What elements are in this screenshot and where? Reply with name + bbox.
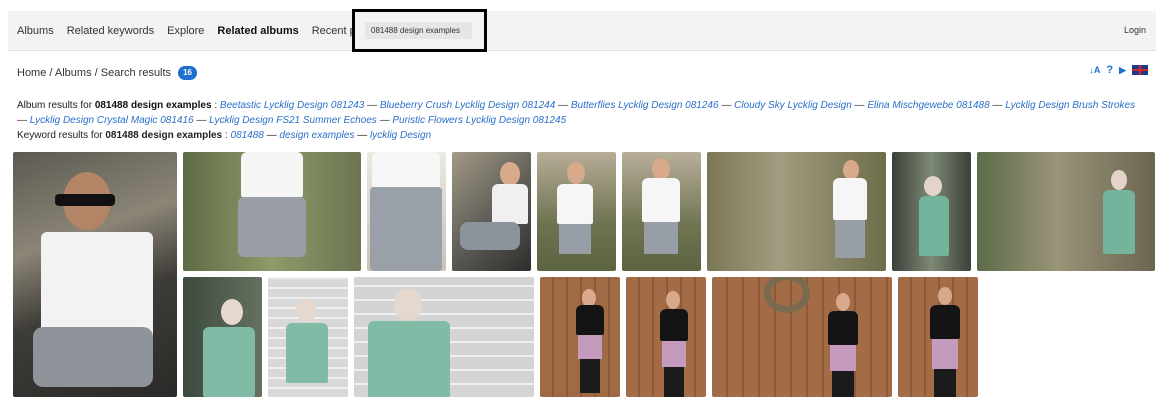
photo-thumbnail[interactable] — [898, 277, 978, 397]
link-separator: — — [17, 115, 30, 126]
link-separator: — — [193, 115, 210, 126]
nav-albums[interactable]: Albums — [17, 25, 54, 37]
link-separator: — — [851, 100, 868, 111]
link-separator: — — [718, 100, 735, 111]
toolbar-icons: ↓A ? ▶ — [1089, 64, 1148, 76]
sort-icon[interactable]: ↓A — [1089, 65, 1100, 75]
keyword-links: 081488 — design examples — lycklig Desig… — [230, 130, 431, 141]
photo-thumbnail[interactable] — [977, 152, 1155, 271]
breadcrumb: Home / Albums / Search results 16 — [17, 66, 197, 80]
keyword-results-query: 081488 design examples — [105, 130, 223, 141]
photo-thumbnail[interactable] — [183, 152, 361, 271]
album-link[interactable]: Butterflies Lycklig Design 081246 — [571, 100, 719, 111]
keyword-link[interactable]: 081488 — [230, 130, 263, 141]
result-count-badge: 16 — [178, 66, 197, 80]
photo-thumbnail[interactable] — [707, 152, 886, 271]
keyword-link[interactable]: lycklig Design — [370, 130, 431, 141]
photo-thumbnail[interactable] — [268, 277, 348, 397]
photo-thumbnail[interactable] — [622, 152, 701, 271]
search-highlight-box — [352, 9, 487, 52]
play-slideshow-icon[interactable]: ▶ — [1119, 65, 1126, 76]
keyword-results-label: Keyword results for — [17, 130, 103, 141]
album-link[interactable]: Lycklig Design Crystal Magic 081416 — [30, 115, 194, 126]
link-separator: — — [364, 100, 380, 111]
language-flag-icon[interactable] — [1132, 65, 1148, 75]
album-link[interactable]: Lycklig Design FS21 Summer Echoes — [209, 115, 377, 126]
breadcrumb-text[interactable]: Home / Albums / Search results — [17, 67, 171, 79]
album-link[interactable]: Beetastic Lycklig Design 081243 — [220, 100, 364, 111]
album-results-label: Album results for — [17, 100, 93, 111]
photo-thumbnail[interactable] — [13, 152, 177, 397]
album-link[interactable]: Lycklig Design Brush Strokes — [1005, 100, 1135, 111]
link-separator: — — [354, 130, 371, 141]
photo-thumbnail[interactable] — [452, 152, 531, 271]
album-link[interactable]: Puristic Flowers Lycklig Design 081245 — [392, 115, 566, 126]
link-separator: — — [555, 100, 571, 111]
album-results-query: 081488 design examples — [94, 100, 212, 111]
album-link[interactable]: Cloudy Sky Lycklig Design — [734, 100, 852, 111]
top-navigation-bar: Albums Related keywords Explore Related … — [8, 9, 1156, 52]
nav-related-albums[interactable]: Related albums — [217, 25, 298, 37]
album-link[interactable]: Blueberry Crush Lycklig Design 081244 — [380, 100, 555, 111]
login-link[interactable]: Login — [1124, 25, 1146, 35]
album-results-colon: : — [211, 100, 218, 111]
photo-thumbnail[interactable] — [626, 277, 706, 397]
album-link[interactable]: Elina Mischgewebe 081488 — [867, 100, 989, 111]
main-nav: Albums Related keywords Explore Related … — [17, 11, 396, 51]
photo-thumbnail[interactable] — [712, 277, 892, 397]
photo-thumbnail[interactable] — [892, 152, 971, 271]
photo-thumbnail[interactable] — [183, 277, 262, 397]
nav-explore[interactable]: Explore — [167, 25, 204, 37]
link-separator: — — [263, 130, 280, 141]
search-input[interactable] — [365, 22, 472, 39]
help-icon[interactable]: ? — [1106, 64, 1113, 76]
album-results: Album results for 081488 design examples… — [17, 98, 1142, 128]
link-separator: — — [376, 115, 393, 126]
photo-thumbnail[interactable] — [537, 152, 616, 271]
keyword-results: Keyword results for 081488 design exampl… — [17, 130, 432, 141]
nav-related-keywords[interactable]: Related keywords — [67, 25, 154, 37]
keyword-link[interactable]: design examples — [279, 130, 354, 141]
link-separator: — — [989, 100, 1006, 111]
photo-thumbnail[interactable] — [540, 277, 620, 397]
photo-thumbnail[interactable] — [354, 277, 534, 397]
photo-thumbnail[interactable] — [367, 152, 446, 271]
